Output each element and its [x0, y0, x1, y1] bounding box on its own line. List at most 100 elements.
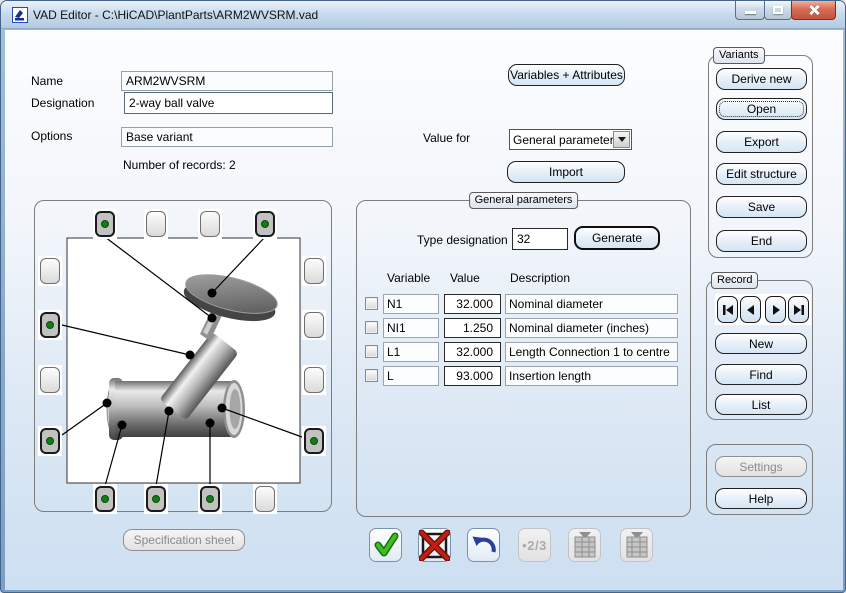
- column-header-variable: Variable: [387, 271, 430, 285]
- valve-preview-image: [35, 201, 333, 513]
- close-icon: [808, 4, 820, 16]
- variant-button-derive-new[interactable]: Derive new: [716, 68, 807, 90]
- cancel-x-icon: [419, 530, 450, 561]
- cancel-button[interactable]: [418, 528, 451, 562]
- settings-button[interactable]: Settings: [715, 456, 807, 477]
- options-field[interactable]: Base variant: [121, 127, 333, 147]
- variable-value-input[interactable]: [444, 318, 501, 338]
- variable-checkbox[interactable]: [365, 297, 378, 310]
- variable-checkbox[interactable]: [365, 369, 378, 382]
- next-record-icon: [768, 302, 784, 318]
- button-label: Import: [549, 165, 583, 179]
- variant-button-open[interactable]: Open: [716, 98, 807, 120]
- record-nav-next-button[interactable]: [765, 296, 786, 323]
- record-counter-button[interactable]: •2/3: [518, 528, 551, 562]
- callout-dot: [165, 407, 174, 416]
- variant-button-export[interactable]: Export: [716, 131, 807, 153]
- green-dot-icon: [101, 220, 109, 228]
- value-for-selected: General parameters: [510, 133, 613, 147]
- title-bar[interactable]: VAD Editor - C:\HiCAD\PlantParts\ARM2WVS…: [1, 1, 845, 29]
- specification-sheet-button[interactable]: Specification sheet: [123, 529, 245, 551]
- hotspot-button-bottom-2[interactable]: [146, 486, 166, 512]
- variants-group-label: Variants: [713, 47, 765, 64]
- new-button[interactable]: New: [715, 333, 807, 354]
- table-view-button[interactable]: [568, 528, 601, 562]
- variable-description-field: Nominal diameter: [505, 294, 678, 314]
- ok-check-icon: [372, 531, 400, 559]
- hotspot-button-bottom-1[interactable]: [95, 486, 115, 512]
- hotspot-button-left-4[interactable]: [40, 428, 60, 454]
- value-for-select[interactable]: General parameters: [509, 129, 632, 150]
- button-label: List: [752, 398, 771, 412]
- hotspot-backing: [302, 365, 326, 395]
- table-compact-button[interactable]: [620, 528, 653, 562]
- variant-button-edit-structure[interactable]: Edit structure: [716, 163, 807, 185]
- record-nav-first-button[interactable]: [717, 296, 738, 323]
- variable-checkbox[interactable]: [365, 321, 378, 334]
- parameter-row: N1 Nominal diameter: [357, 294, 690, 314]
- button-label: Help: [749, 492, 774, 506]
- hotspot-backing: [253, 484, 277, 514]
- button-label: Variables + Attributes: [510, 68, 623, 82]
- column-header-value: Value: [450, 271, 480, 285]
- variable-value-input[interactable]: [444, 342, 501, 362]
- variable-checkbox[interactable]: [365, 345, 378, 358]
- green-dot-icon: [46, 321, 54, 329]
- callout-dot: [208, 314, 217, 323]
- variables-attributes-button[interactable]: Variables + Attributes: [508, 64, 625, 86]
- hotspot-button-top-1[interactable]: [95, 211, 115, 237]
- hotspot-button-bottom-4[interactable]: [255, 486, 275, 512]
- variant-button-end[interactable]: End: [716, 230, 807, 252]
- variable-value-input[interactable]: [444, 366, 501, 386]
- ok-button[interactable]: [369, 528, 402, 562]
- general-parameters-group: General parameters Type designation Gene…: [356, 200, 691, 517]
- variable-name-field: L: [383, 366, 439, 386]
- hotspot-button-right-1[interactable]: [304, 258, 324, 284]
- variable-value-input[interactable]: [444, 294, 501, 314]
- designation-input[interactable]: [124, 92, 333, 114]
- generate-button[interactable]: Generate: [574, 226, 660, 250]
- minimize-icon: [745, 11, 756, 14]
- hotspot-button-top-3[interactable]: [200, 211, 220, 237]
- parameter-row: LInsertion length: [357, 366, 690, 386]
- hotspot-backing: [38, 256, 62, 286]
- callout-dot: [208, 289, 217, 298]
- hotspot-backing: [253, 209, 277, 239]
- chevron-down-icon[interactable]: [613, 131, 630, 148]
- record-counter-label: 2/3: [527, 538, 547, 553]
- general-parameters-group-label: General parameters: [469, 192, 579, 209]
- import-button[interactable]: Import: [507, 161, 625, 183]
- undo-button[interactable]: [467, 528, 500, 562]
- hotspot-button-left-3[interactable]: [40, 367, 60, 393]
- last-record-icon: [791, 302, 807, 318]
- hotspot-button-right-4[interactable]: [304, 428, 324, 454]
- hotspot-button-right-2[interactable]: [304, 312, 324, 338]
- vad-editor-window: VAD Editor - C:\HiCAD\PlantParts\ARM2WVS…: [0, 0, 846, 593]
- variant-button-save[interactable]: Save: [716, 196, 807, 218]
- find-button[interactable]: Find: [715, 364, 807, 385]
- button-label: Open: [747, 102, 776, 116]
- maximize-button[interactable]: [764, 1, 792, 20]
- hotspot-button-top-2[interactable]: [146, 211, 166, 237]
- record-nav-last-button[interactable]: [788, 296, 809, 323]
- first-record-icon: [720, 302, 736, 318]
- name-field[interactable]: ARM2WVSRM: [121, 71, 333, 91]
- hotspot-button-bottom-3[interactable]: [200, 486, 220, 512]
- hotspot-button-left-1[interactable]: [40, 258, 60, 284]
- undo-arrow-icon: [470, 531, 498, 559]
- minimize-button[interactable]: [735, 1, 765, 20]
- variants-group: Variants Derive newOpenExportEdit struct…: [708, 55, 813, 258]
- close-button[interactable]: [791, 1, 836, 20]
- designation-label: Designation: [31, 96, 94, 110]
- name-label: Name: [31, 74, 63, 88]
- list-button[interactable]: List: [715, 394, 807, 415]
- hotspot-button-top-4[interactable]: [255, 211, 275, 237]
- previous-record-icon: [743, 302, 759, 318]
- hotspot-button-right-3[interactable]: [304, 367, 324, 393]
- type-designation-input[interactable]: [512, 228, 568, 250]
- help-button[interactable]: Help: [715, 488, 807, 509]
- hotspot-button-left-2[interactable]: [40, 312, 60, 338]
- record-nav-previous-button[interactable]: [740, 296, 761, 323]
- record-group-label: Record: [711, 272, 758, 289]
- variable-name-field: N1: [383, 294, 439, 314]
